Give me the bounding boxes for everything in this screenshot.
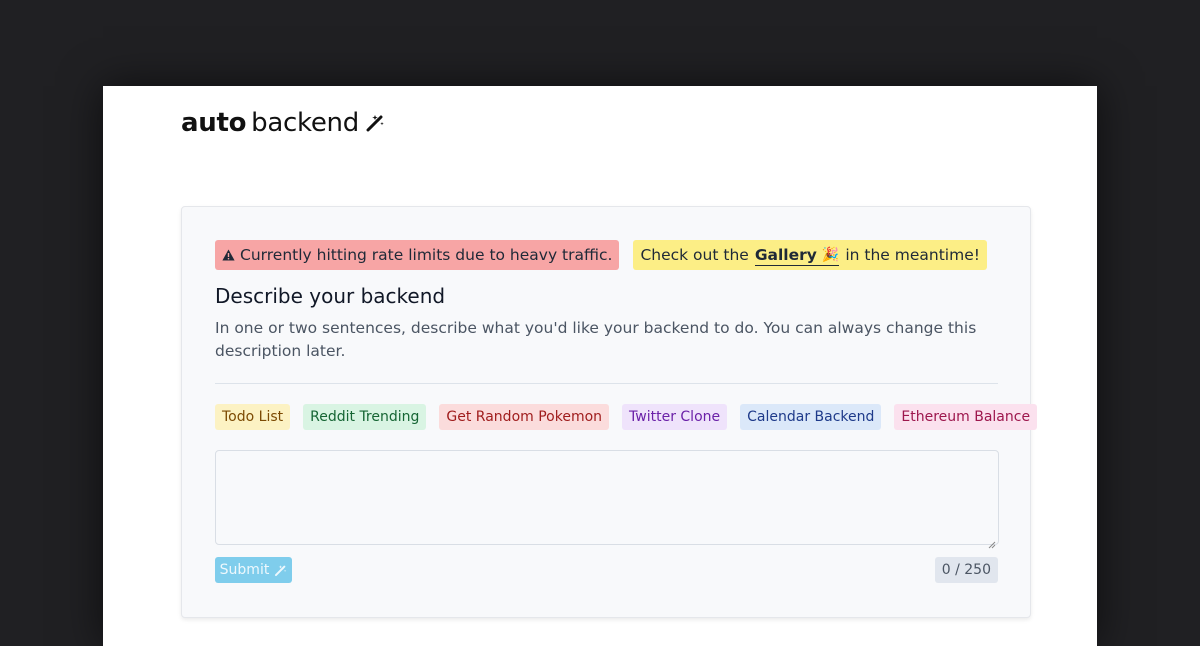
logo-backend: backend	[251, 108, 359, 138]
example-chip-twitter-clone[interactable]: Twitter Clone	[622, 404, 728, 430]
magic-wand-icon	[274, 564, 287, 577]
gallery-link-label: Gallery	[754, 245, 817, 264]
form-description: In one or two sentences, describe what y…	[215, 319, 977, 360]
gallery-suffix-text: in the meantime!	[845, 246, 980, 264]
app-window: auto backend Currently hitting rate limi…	[103, 86, 1097, 646]
divider	[215, 383, 998, 384]
example-chip-ethereum-balance[interactable]: Ethereum Balance	[894, 404, 1038, 430]
form-title: Describe your backend	[215, 284, 446, 308]
rate-limit-alert: Currently hitting rate limits due to hea…	[215, 240, 620, 270]
warning-icon	[222, 249, 235, 261]
logo-auto: auto	[181, 108, 247, 138]
example-chip-todo-list[interactable]: Todo List	[215, 404, 291, 430]
describe-card: Currently hitting rate limits due to hea…	[181, 206, 1038, 618]
party-popper-icon: 🎉	[821, 246, 840, 263]
logo[interactable]: auto backend	[181, 108, 385, 138]
gallery-prefix-text: Check out the	[640, 246, 749, 264]
example-chip-reddit-trending[interactable]: Reddit Trending	[303, 404, 427, 430]
submit-button[interactable]: Submit	[215, 557, 292, 583]
character-counter: 0 / 250	[934, 557, 998, 583]
rate-limit-text: Currently hitting rate limits due to hea…	[240, 246, 613, 264]
example-chips: Todo List Reddit Trending Get Random Pok…	[215, 404, 1038, 430]
description-textarea[interactable]	[215, 450, 999, 545]
alert-row: Currently hitting rate limits due to hea…	[215, 240, 987, 270]
example-chip-calendar-backend[interactable]: Calendar Backend	[740, 404, 882, 430]
gallery-alert: Check out the Gallery 🎉 in the meantime!	[633, 240, 987, 270]
gallery-link[interactable]: Gallery 🎉	[754, 245, 840, 266]
magic-wand-icon	[365, 113, 385, 133]
example-chip-random-pokemon[interactable]: Get Random Pokemon	[439, 404, 610, 430]
submit-label: Submit	[219, 562, 270, 578]
